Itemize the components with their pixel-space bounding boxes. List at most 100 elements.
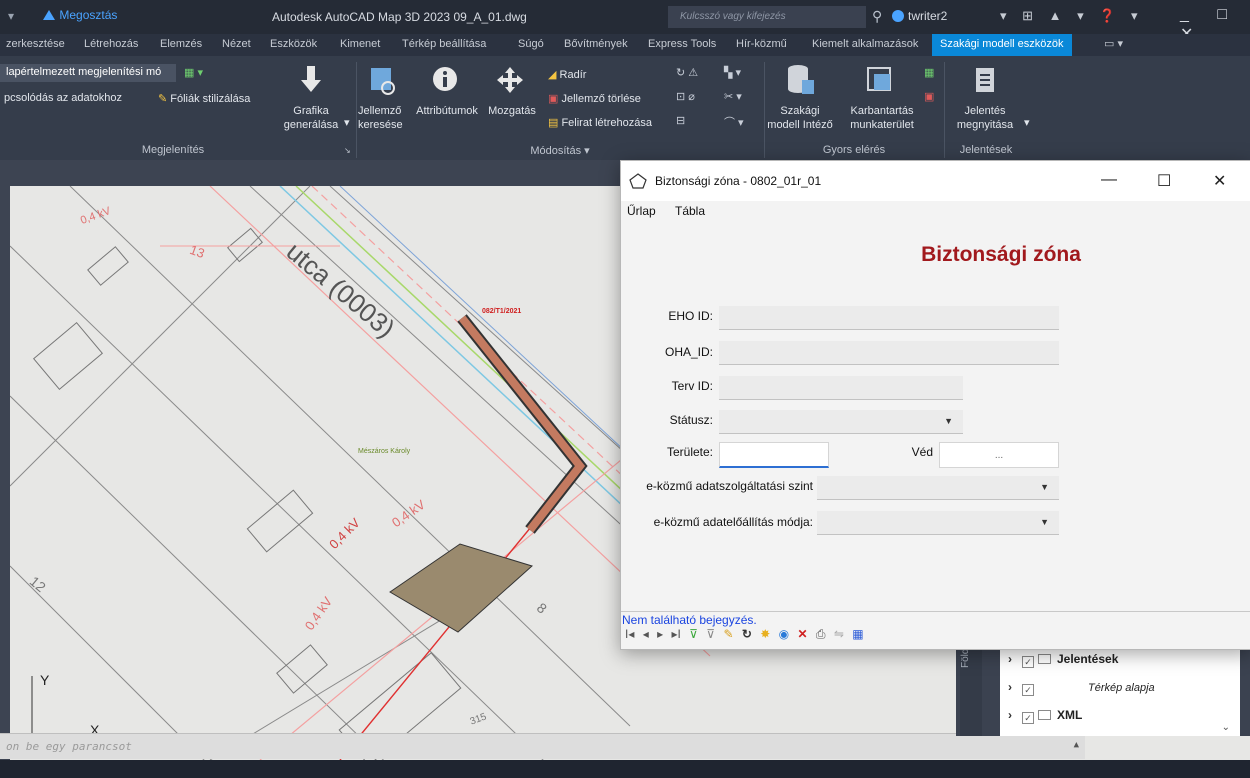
checkbox-icon[interactable]: ✓ [1022,656,1034,668]
new-record-icon[interactable]: ✸ [760,627,770,641]
oha-id-field[interactable] [719,341,1059,365]
first-record-button[interactable]: I◂ [625,627,634,641]
minimize-button[interactable]: — [1101,171,1117,189]
tab-bovitmenyek[interactable]: Bővítmények [564,38,628,50]
feature-delete-button[interactable]: ▣ Jellemző törlése [548,92,641,105]
tab-sugo[interactable]: Súgó [518,38,544,50]
tab-kiemelt-alkalmazasok[interactable]: Kiemelt alkalmazások [812,38,918,50]
polygon-icon [629,173,647,189]
tab-express-tools[interactable]: Express Tools [648,38,716,50]
data-mode-select[interactable]: ▼ [817,511,1059,535]
refresh-icon[interactable]: ↻ [742,627,752,641]
tab-terkep-beallitasa[interactable]: Térkép beállítása [402,38,486,50]
status-select[interactable]: ▼ [719,410,963,434]
model-manager-button[interactable]: Szakági modell Intéző [762,104,838,132]
group-expand-icon[interactable]: ↘ [344,146,351,155]
tree-item-terkep-alapja[interactable]: › ✓ Térkép alapja [1008,680,1155,702]
eho-id-field[interactable] [719,306,1059,330]
chevron-down-icon[interactable]: ⌄ [1222,722,1230,733]
display-mode-combo[interactable]: lapértelmezett megjelenítési mó [0,64,176,82]
workspace-button[interactable]: Karbantartás munkaterület [844,104,920,132]
split-icon[interactable]: ⇋ [834,627,844,641]
safety-zone-polyline[interactable] [457,314,588,534]
print-icon[interactable]: ⎙ [816,627,826,642]
user-account[interactable]: twriter2 [892,9,947,23]
tab-elemzes[interactable]: Elemzés [160,38,202,50]
graphics-generate-button[interactable]: Grafika generálása [276,104,346,132]
modify-tools-col-2b[interactable]: ✂ ▾ [724,90,742,103]
quick-tool-red-icon[interactable]: ▣ [924,90,934,103]
edit-pencil-icon[interactable]: ✎ [723,627,733,641]
search-input[interactable]: Kulcsszó vagy kifejezés [668,6,866,28]
checkbox-icon[interactable]: ✓ [1022,684,1034,696]
label-create-button[interactable]: ▤ Felirat létrehozása [548,116,652,129]
display-options-icon[interactable]: ▦ ▾ [184,66,203,79]
chevron-right-icon[interactable]: › [1008,652,1022,666]
tab-letrehozas[interactable]: Létrehozás [84,38,138,50]
last-record-button[interactable]: ▸I [671,627,680,641]
feature-search-icon [371,68,395,95]
group-jelentesek[interactable]: Jelentések [944,144,1028,156]
connect-data-button[interactable]: pcsolódás az adatokhoz [4,92,122,104]
area-field[interactable] [719,442,829,468]
group-gyors-eleres[interactable]: Gyors elérés [764,144,944,156]
add-filter-icon[interactable]: ⊽ [689,627,698,641]
highlighted-parcel[interactable] [389,543,533,633]
checkbox-icon[interactable]: ✓ [1022,712,1034,724]
group-modositas[interactable]: Módosítás ▾ [356,144,764,157]
maximize-button[interactable]: ☐ [1157,171,1171,191]
tab-szakagi-modell-eszkozok[interactable]: Szakági modell eszközök [932,34,1072,56]
terv-id-field[interactable] [719,376,963,400]
close-button[interactable]: ✕ [1213,171,1226,191]
search-icon[interactable]: ⚲ [872,8,882,25]
modify-tools-col-2a[interactable]: ▚ ▾ [724,66,741,79]
next-record-button[interactable]: ▸ [657,627,663,641]
tab-nezet[interactable]: Nézet [222,38,251,50]
move-button[interactable]: Mozgatás [484,104,540,118]
modify-tools-row-2[interactable]: ⊡ ⌀ [676,90,695,103]
chevron-right-icon[interactable]: › [1008,708,1022,722]
report-dropdown[interactable]: ▾ [1024,116,1030,129]
tab-overflow-button[interactable]: ▭ ▾ [1104,37,1123,50]
dialog-title-bar[interactable]: Biztonsági zóna - 0802_01r_01 — ☐ ✕ [621,161,1250,201]
service-level-select[interactable]: ▼ [817,476,1059,500]
feature-search-button[interactable]: Jellemző keresése [358,104,408,132]
tree-item-xml[interactable]: › ✓ XML [1008,708,1082,730]
share-button[interactable]: Megosztás [42,8,117,22]
tab-kimenet[interactable]: Kimenet [340,38,380,50]
command-line-input[interactable]: on be egy parancsot ▲ [0,733,1085,759]
title-bar: ▾ Megosztás Autodesk AutoCAD Map 3D 2023… [0,0,1250,43]
tree-item-jelentesek[interactable]: › ✓ Jelentések [1008,652,1118,674]
modify-tools-row-3[interactable]: ⊟ [676,114,685,127]
tab-szerkesztes[interactable]: zerkesztése [6,38,65,50]
eraser-button[interactable]: ◢ Radír [548,68,586,81]
tab-hir-kozmu[interactable]: Hír-közmű [736,38,787,50]
quick-tool-green-icon[interactable]: ▦ [924,66,934,79]
delete-icon[interactable]: ✕ [797,627,807,641]
group-megjelenites[interactable]: Megjelenítés [0,144,346,156]
chevron-right-icon[interactable]: › [1008,680,1022,694]
modify-tools-col-2c[interactable]: ⌒ ▾ [724,114,744,130]
modify-tools-row-1[interactable]: ↻ ⚠ [676,66,698,79]
table-view-icon[interactable]: ▦ [852,627,863,641]
command-history-arrow-icon[interactable]: ▲ [1074,740,1079,750]
dialog-tabs: Űrlap Tábla [621,201,1250,223]
style-layers-button[interactable]: ✎ Fóliák stilizálása [158,92,250,105]
attributes-button[interactable]: Attribútumok [412,104,482,118]
label-create-icon: ▤ [548,117,562,129]
zoom-to-icon[interactable]: ◉ [779,627,789,641]
tree-item-label: Jelentések [1057,652,1119,666]
move-icon [497,67,523,93]
tab-tabla[interactable]: Tábla [675,204,705,218]
previous-record-button[interactable]: ◂ [643,627,649,641]
ved-browse-button[interactable]: ... [939,442,1059,468]
command-line-placeholder: on be egy parancsot [6,740,132,753]
quick-access-toolbar[interactable]: ▾ [8,9,14,23]
workspace-icon [867,67,891,91]
report-open-button[interactable]: Jelentés megnyitása [950,104,1020,132]
filter-icon[interactable]: ⊽ [706,627,715,641]
tab-eszkozok[interactable]: Eszközök [270,38,317,50]
tab-urlap[interactable]: Űrlap [627,204,656,218]
toolbar-icons[interactable]: ▾ ⊞ ▲ ▾ ❓ ▾ [1000,8,1144,24]
palette-vertical-tab[interactable]: Földm [960,640,982,736]
